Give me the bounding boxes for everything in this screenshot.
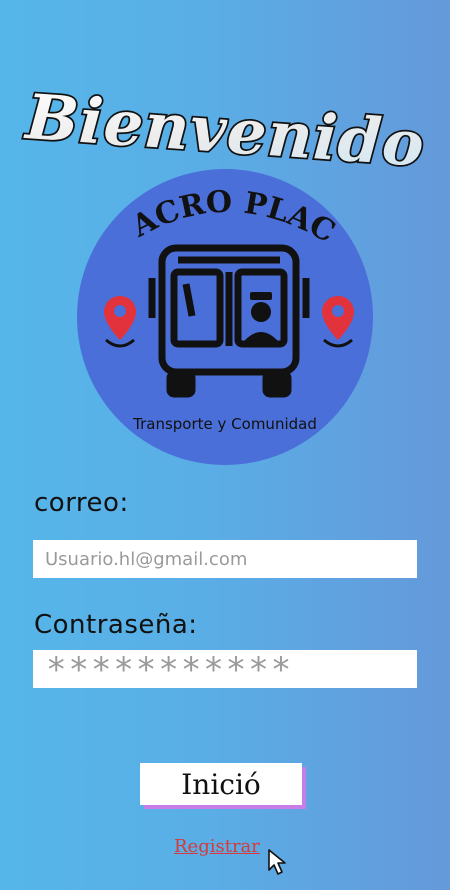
email-field[interactable] (33, 540, 417, 578)
password-label: Contraseña: (34, 610, 198, 640)
macro-place-logo: MACRO PLACE (57, 141, 376, 466)
password-mask: *********** (46, 650, 294, 690)
pointer-cursor-icon (268, 849, 286, 875)
register-link[interactable]: Registrar (174, 836, 260, 857)
welcome-title: Bienvenido (18, 78, 432, 182)
welcome-title-text: Bienvenido (22, 80, 427, 181)
email-label: correo: (34, 488, 129, 518)
login-button[interactable]: Inició (140, 763, 302, 805)
logo-tagline: Transporte y Comunidad (132, 415, 317, 433)
